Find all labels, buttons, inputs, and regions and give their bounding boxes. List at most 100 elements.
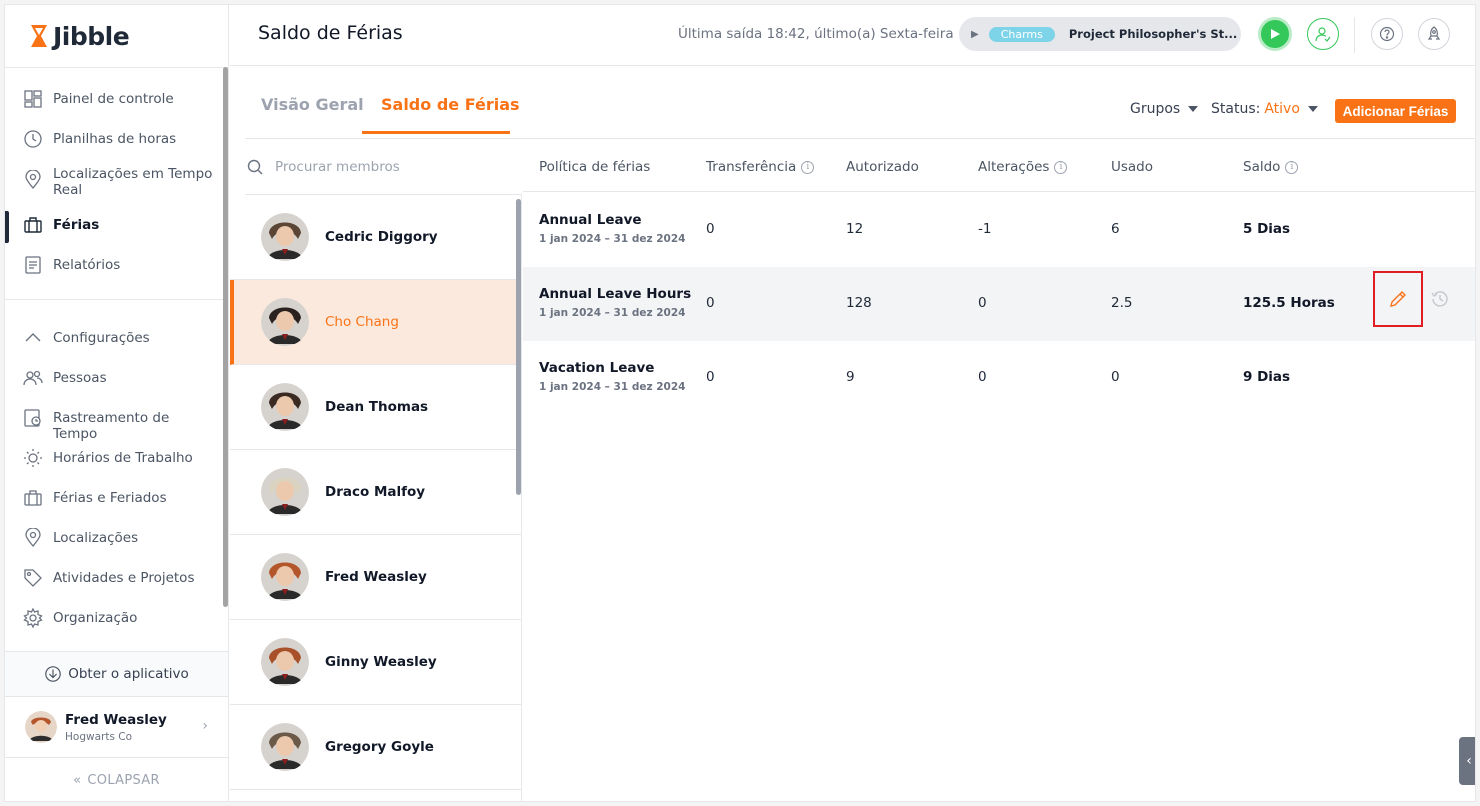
caret-down-icon [1188, 106, 1199, 112]
avatar [261, 298, 309, 346]
member-item[interactable]: Gregory Goyle [230, 705, 521, 790]
history-icon [1431, 291, 1448, 307]
changes-cell: 0 [978, 369, 987, 385]
sidebar-item-settings[interactable]: Configurações [5, 328, 228, 348]
time-tracking-icon [24, 409, 41, 427]
sidebar-item-label: Pessoas [53, 370, 107, 386]
sun-icon [24, 449, 42, 467]
dashboard-icon [24, 90, 42, 108]
sidebar-item-reports[interactable]: Relatórios [5, 255, 228, 275]
member-name: Draco Malfoy [325, 484, 426, 500]
sidebar: Jibble Painel de controle Planilhas de h… [5, 5, 229, 801]
transfer-cell: 0 [706, 369, 715, 385]
briefcase-icon [24, 490, 42, 506]
sidebar-item-label: Férias e Feriados [53, 490, 167, 506]
hourglass-logo-icon [31, 25, 47, 47]
sidebar-scrollbar[interactable] [223, 67, 228, 607]
policy-period: 1 jan 2024 – 31 dez 2024 [539, 381, 686, 393]
sidebar-item-locations[interactable]: Localizações [5, 528, 228, 548]
clock-in-button[interactable] [1258, 17, 1292, 51]
status-value: Ativo [1264, 101, 1300, 117]
timer-activity-pill[interactable]: ▶ Charms Project Philosopher's St... [959, 17, 1241, 51]
user-profile[interactable]: Fred Weasley Hogwarts Co › [5, 698, 228, 756]
sidebar-item-organization[interactable]: Organização [5, 608, 228, 628]
member-list: Cedric Diggory Cho Chang Dean Thomas Draco … [230, 195, 522, 801]
tab-overview[interactable]: Visão Geral [261, 95, 364, 114]
groups-filter[interactable]: Grupos [1130, 101, 1199, 117]
collapse-button[interactable]: « COLAPSAR [5, 757, 228, 801]
side-panel-toggle[interactable]: ‹ [1459, 737, 1475, 785]
member-item[interactable]: Dean Thomas [230, 365, 521, 450]
member-list-scrollbar[interactable] [516, 199, 521, 495]
info-icon[interactable]: i [801, 160, 815, 174]
chevron-up-icon [25, 333, 41, 342]
chevron-right-icon: › [202, 718, 208, 734]
balance-cell: 9 Dias [1243, 369, 1291, 385]
member-item[interactable]: Fred Weasley [230, 535, 521, 620]
policy-name: Annual Leave Hours [539, 286, 692, 302]
notifications-button[interactable] [1418, 18, 1450, 50]
member-search [245, 139, 522, 195]
sidebar-item-time-tracking[interactable]: Rastreamento de Tempo [5, 408, 228, 442]
member-item[interactable]: Ginny Weasley [230, 620, 521, 705]
sidebar-item-leave-holidays[interactable]: Férias e Feriados [5, 488, 228, 508]
divider [5, 67, 228, 68]
divider [1354, 17, 1355, 53]
column-header-authorized: Autorizado [846, 159, 919, 175]
table-row[interactable]: Annual Leave Hours 1 jan 2024 – 31 dez 20… [523, 267, 1475, 341]
history-button[interactable] [1429, 288, 1451, 314]
sidebar-item-label: Localizações [53, 530, 139, 546]
groups-label: Grupos [1130, 101, 1181, 117]
policy-cell: Vacation Leave 1 jan 2024 – 31 dez 2024 [539, 360, 685, 393]
policy-name: Annual Leave [539, 212, 642, 228]
attendance-button[interactable] [1307, 18, 1339, 50]
edit-balance-button[interactable] [1373, 271, 1423, 327]
sidebar-item-work-schedules[interactable]: Horários de Trabalho [5, 448, 228, 468]
pencil-icon [1390, 291, 1406, 307]
used-cell: 6 [1111, 221, 1120, 237]
search-input[interactable] [275, 158, 495, 175]
sidebar-item-live-locations[interactable]: Localizações em Tempo Real [5, 164, 228, 198]
get-app-button[interactable]: Obter o aplicativo [5, 651, 228, 697]
table-row[interactable]: Vacation Leave 1 jan 2024 – 31 dez 2024 0 9… [523, 341, 1475, 415]
policy-cell: Annual Leave 1 jan 2024 – 31 dez 2024 [539, 212, 685, 245]
member-item[interactable]: Draco Malfoy [230, 450, 521, 535]
tab-leave-balance[interactable]: Saldo de Férias [381, 95, 520, 114]
column-header-policy: Política de férias [539, 159, 651, 175]
divider [523, 191, 1475, 192]
sidebar-item-label: Planilhas de horas [53, 131, 177, 147]
rocket-icon [1427, 26, 1441, 40]
add-leave-button[interactable]: Adicionar Férias [1335, 99, 1456, 123]
avatar [261, 638, 309, 686]
changes-cell: 0 [978, 295, 987, 311]
member-item[interactable]: Cedric Diggory [230, 195, 521, 280]
sidebar-item-activities[interactable]: Atividades e Projetos [5, 568, 228, 588]
sidebar-item-label: Férias [53, 217, 100, 233]
get-app-label: Obter o aplicativo [68, 666, 189, 682]
balance-cell: 5 Dias [1243, 221, 1291, 237]
help-button[interactable] [1371, 18, 1403, 50]
location-pin-icon [25, 528, 41, 548]
sidebar-item-dashboard[interactable]: Painel de controle [5, 89, 228, 109]
authorized-cell: 12 [846, 221, 864, 237]
table-row[interactable]: Annual Leave 1 jan 2024 – 31 dez 2024 0 12 -… [523, 193, 1475, 267]
balance-cell: 125.5 Horas [1243, 295, 1335, 311]
clock-icon [24, 130, 42, 148]
status-label: Status [1211, 101, 1256, 117]
sidebar-item-people[interactable]: Pessoas [5, 368, 228, 388]
info-icon[interactable]: i [1285, 160, 1299, 174]
authorized-cell: 9 [846, 369, 855, 385]
status-filter[interactable]: Status: Ativo [1211, 101, 1318, 117]
member-item[interactable]: Cho Chang [230, 280, 521, 365]
info-icon[interactable]: i [1054, 160, 1068, 174]
sidebar-item-label: Painel de controle [53, 91, 174, 107]
people-icon [23, 370, 43, 386]
sidebar-item-leave[interactable]: Férias [5, 211, 228, 243]
sidebar-item-label: Rastreamento de Tempo [53, 410, 170, 442]
company-name: Hogwarts Co [65, 730, 133, 743]
jibble-logo[interactable]: Jibble [29, 21, 130, 51]
avatar [261, 723, 309, 771]
location-pin-icon [25, 170, 41, 190]
project-name: Project Philosopher's St... [1068, 27, 1238, 41]
sidebar-item-timesheets[interactable]: Planilhas de horas [5, 129, 228, 149]
